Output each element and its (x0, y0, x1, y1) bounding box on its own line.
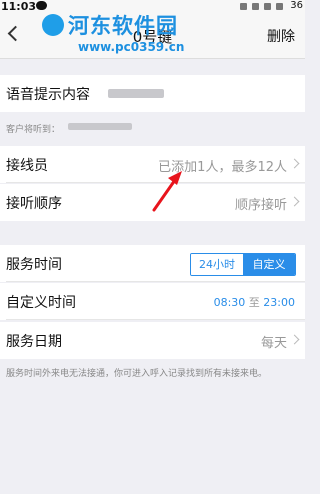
service-date-row[interactable]: 服务日期 每天 (0, 322, 305, 359)
watermark-title: 河东软件园 (68, 14, 178, 38)
message-icon (36, 1, 47, 10)
voice-prompt-label: 语音提示内容 (6, 87, 90, 103)
chevron-right-icon (289, 158, 300, 169)
chevron-right-icon (289, 196, 300, 207)
customer-hears-label: 客户将听到： (6, 125, 61, 135)
service-time-toggle[interactable]: 24小时 自定义 (190, 253, 296, 276)
service-time-label: 服务时间 (6, 257, 62, 273)
status-time: 11:03 (1, 0, 37, 13)
delete-button[interactable]: 删除 (267, 26, 295, 46)
watermark-url: www.pc0359.cn (78, 40, 185, 54)
service-date-label: 服务日期 (6, 334, 62, 350)
battery-icon (276, 3, 283, 10)
end-time: 23:00 (263, 296, 295, 309)
watermark: 河东软件园 www.pc0359.cn (40, 10, 240, 58)
operators-value: 已添加1人，最多12人 (158, 160, 287, 175)
alarm-icon (240, 3, 247, 10)
custom-time-value[interactable]: 08:30 至 23:00 (214, 294, 295, 310)
time-separator: 至 (248, 296, 260, 309)
service-date-value: 每天 (260, 336, 287, 351)
customer-hears-redacted (68, 123, 132, 130)
service-time-row: 服务时间 24小时 自定义 (0, 245, 305, 282)
operators-label: 接线员 (6, 158, 48, 174)
watermark-logo-icon (42, 14, 64, 36)
option-24h[interactable]: 24小时 (191, 254, 243, 275)
signal-icon (264, 3, 271, 10)
footer-note: 服务时间外来电无法接通，你可进入呼入记录找到所有未接来电。 (6, 369, 268, 379)
customer-hears-row: 客户将听到： (0, 117, 305, 137)
custom-time-row[interactable]: 自定义时间 08:30 至 23:00 (0, 283, 305, 320)
answer-order-label: 接听顺序 (6, 196, 62, 212)
operators-row[interactable]: 接线员 已添加1人，最多12人 (0, 146, 305, 183)
option-custom[interactable]: 自定义 (243, 254, 295, 275)
voice-prompt-row[interactable]: 语音提示内容 (0, 75, 305, 112)
battery-level: 36 (290, 0, 303, 11)
voice-prompt-redacted (108, 89, 164, 98)
wifi-icon (252, 3, 259, 10)
chevron-right-icon (289, 334, 300, 345)
start-time: 08:30 (213, 296, 246, 309)
answer-order-row[interactable]: 接听顺序 顺序接听 (0, 184, 305, 221)
answer-order-value: 顺序接听 (234, 198, 287, 213)
custom-time-label: 自定义时间 (6, 295, 76, 311)
